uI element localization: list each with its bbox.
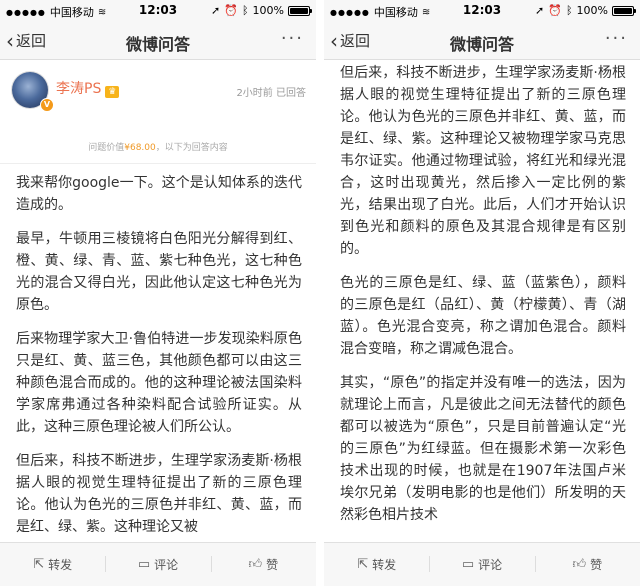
answer-paragraph: 我来帮你google一下。这个是认知体系的迭代造成的。 — [16, 175, 302, 213]
nav-bar: ‹ 返回 微博问答 ··· — [0, 20, 316, 60]
like-label: 赞 — [266, 558, 279, 572]
answer-article-left: 我来帮你google一下。这个是认知体系的迭代造成的。 最早，牛顿用三棱镜将白色… — [0, 164, 316, 538]
battery-icon — [288, 5, 312, 16]
answer-paragraph: 其实，“原色”的指定并没有唯一的选法，因为就理论上而言，凡是彼此之间无法替代的颜… — [340, 375, 626, 523]
page-title: 微博问答 — [449, 35, 514, 54]
answer-article-right: 但后来，科技不断进步，生理学家汤麦斯·杨根据人眼的视觉生理特征提出了新的三原色理… — [324, 60, 640, 526]
more-options-icon[interactable]: ··· — [281, 28, 304, 49]
repost-icon: ⇱ — [357, 557, 369, 572]
thumbs-up-icon: 👍︎ — [572, 557, 587, 572]
status-right: ➚ ⏰ ᛒ 100% — [211, 4, 312, 17]
answer-content[interactable]: V 李涛PS ♛ 2小时前 已回答 问题价值¥68.00，以下为回答内容 我来帮你… — [0, 60, 316, 542]
answer-paragraph: 后来物理学家大卫·鲁伯特进一步发现染料原色只是红、黄、蓝三色，其他颜色都可以由这… — [16, 331, 302, 435]
verified-badge-icon: V — [40, 98, 54, 112]
page-title: 微博问答 — [125, 35, 190, 54]
bottom-action-bar: ⇱ 转发 ▭ 评论 👍︎ 赞 — [324, 542, 640, 586]
comment-label: 评论 — [478, 558, 503, 572]
battery-percent: 100% — [576, 4, 608, 17]
comment-label: 评论 — [154, 558, 179, 572]
comment-icon: ▭ — [461, 557, 475, 572]
author-card: V 李涛PS ♛ 2小时前 已回答 — [0, 60, 316, 134]
answer-paragraph: 最早，牛顿用三棱镜将白色阳光分解得到红、橙、黄、绿、青、蓝、紫七种色光，这七种色… — [16, 231, 302, 313]
phone-screen-right: ●●●●● 中国移动 ≋ 12:03 ➚ ⏰ ᛒ 100% ‹ 返回 微博问答 … — [324, 0, 640, 586]
like-button[interactable]: 👍︎ 赞 — [534, 543, 640, 586]
repost-label: 转发 — [372, 558, 397, 572]
like-button[interactable]: 👍︎ 赞 — [210, 543, 316, 586]
comment-button[interactable]: ▭ 评论 — [429, 543, 534, 586]
status-right: ➚ ⏰ ᛒ 100% — [535, 4, 636, 17]
battery-percent: 100% — [252, 4, 284, 17]
comment-icon: ▭ — [137, 557, 151, 572]
price-prefix: 问题价值 — [88, 143, 125, 153]
author-name-text: 李涛PS — [56, 81, 102, 97]
location-icon: ➚ — [211, 4, 221, 17]
post-time: 2小时前 — [236, 88, 273, 99]
repost-icon: ⇱ — [33, 557, 45, 572]
thumbs-up-icon: 👍︎ — [248, 557, 263, 572]
bluetooth-icon: ᛒ — [241, 4, 249, 17]
price-suffix: ，以下为回答内容 — [155, 143, 228, 153]
author-name[interactable]: 李涛PS ♛ — [56, 78, 120, 98]
member-crown-icon: ♛ — [105, 86, 120, 98]
question-price-line: 问题价值¥68.00，以下为回答内容 — [0, 140, 316, 164]
location-icon: ➚ — [535, 4, 545, 17]
battery-icon — [612, 5, 636, 16]
screenshot-stage: ●●●●● 中国移动 ≋ 12:03 ➚ ⏰ ᛒ 100% ‹ 返回 微博问答 … — [0, 0, 640, 586]
nav-bar: ‹ 返回 微博问答 ··· — [324, 20, 640, 60]
question-price: ¥68.00 — [124, 143, 156, 153]
answer-status: 已回答 — [276, 88, 306, 99]
repost-button[interactable]: ⇱ 转发 — [0, 543, 105, 586]
battery-fill — [614, 7, 632, 14]
status-bar: ●●●●● 中国移动 ≋ 12:03 ➚ ⏰ ᛒ 100% — [0, 0, 316, 20]
answer-paragraph: 色光的三原色是红、绿、蓝（蓝紫色），颜料的三原色是红（品红）、黄（柠檬黄）、青（… — [340, 275, 626, 357]
alarm-icon: ⏰ — [224, 4, 238, 17]
repost-button[interactable]: ⇱ 转发 — [324, 543, 429, 586]
more-options-icon[interactable]: ··· — [605, 28, 628, 49]
repost-label: 转发 — [48, 558, 73, 572]
battery-fill — [290, 7, 308, 14]
phone-screen-left: ●●●●● 中国移动 ≋ 12:03 ➚ ⏰ ᛒ 100% ‹ 返回 微博问答 … — [0, 0, 316, 586]
alarm-icon: ⏰ — [548, 4, 562, 17]
status-bar: ●●●●● 中国移动 ≋ 12:03 ➚ ⏰ ᛒ 100% — [324, 0, 640, 20]
answer-paragraph: 但后来，科技不断进步，生理学家汤麦斯·杨根据人眼的视觉生理特征提出了新的三原色理… — [16, 453, 302, 535]
answer-paragraph: 但后来，科技不断进步，生理学家汤麦斯·杨根据人眼的视觉生理特征提出了新的三原色理… — [340, 65, 626, 257]
answer-content[interactable]: 但后来，科技不断进步，生理学家汤麦斯·杨根据人眼的视觉生理特征提出了新的三原色理… — [324, 60, 640, 542]
bluetooth-icon: ᛒ — [565, 4, 573, 17]
post-meta: 2小时前 已回答 — [236, 84, 306, 99]
bottom-action-bar: ⇱ 转发 ▭ 评论 👍︎ 赞 — [0, 542, 316, 586]
comment-button[interactable]: ▭ 评论 — [105, 543, 210, 586]
like-label: 赞 — [590, 558, 603, 572]
